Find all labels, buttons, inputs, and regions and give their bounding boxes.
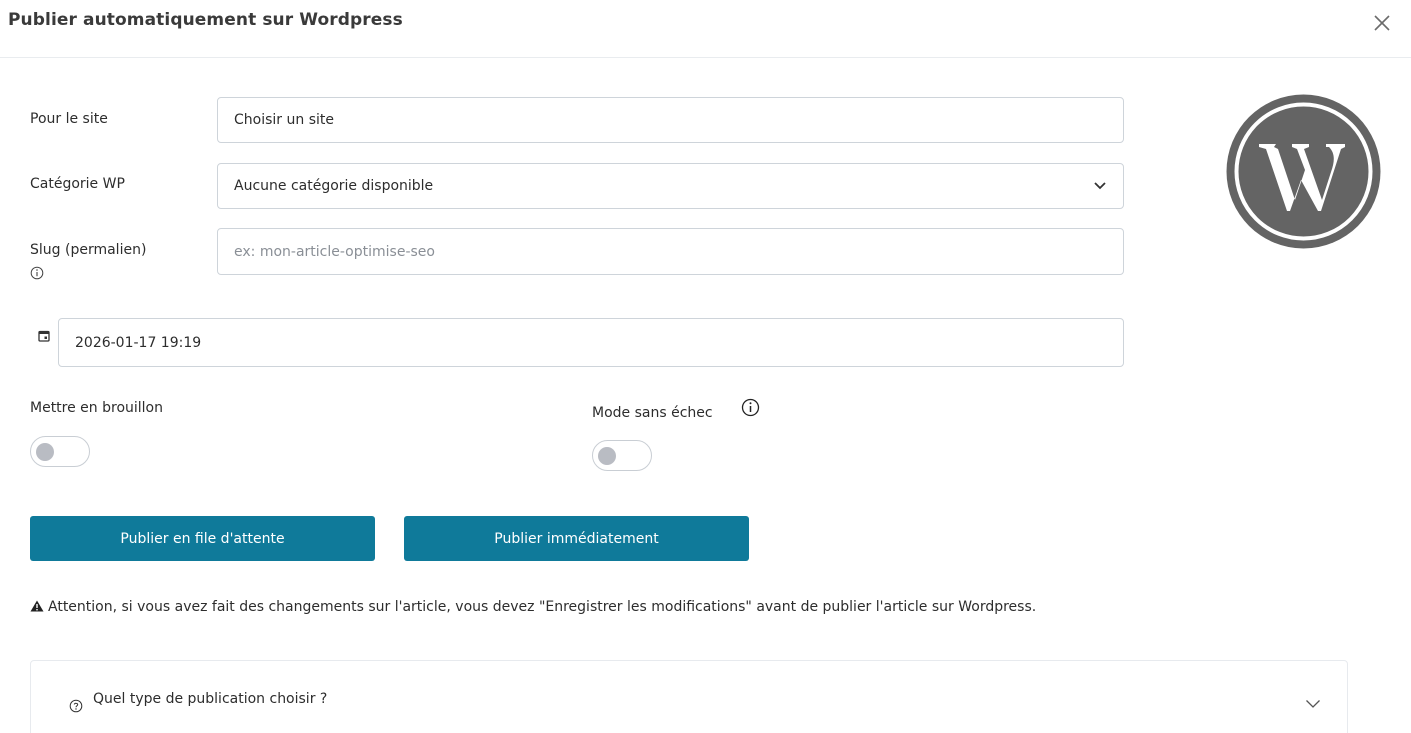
warning-message: Attention, si vous avez fait des changem… xyxy=(30,596,1110,618)
modal-title: Publier automatiquement sur Wordpress xyxy=(8,10,403,30)
slug-input[interactable] xyxy=(234,243,1123,260)
safe-mode-toggle[interactable] xyxy=(592,440,652,471)
category-label: Catégorie WP xyxy=(30,176,125,192)
chevron-down-icon xyxy=(1306,700,1320,708)
site-label: Pour le site xyxy=(30,111,108,127)
publication-type-accordion[interactable]: Quel type de publication choisir ? xyxy=(30,660,1348,733)
draft-toggle[interactable] xyxy=(30,436,90,467)
slug-field[interactable] xyxy=(217,228,1124,275)
wordpress-logo xyxy=(1226,94,1381,249)
calendar-icon xyxy=(38,330,50,342)
publish-date-value: 2026-01-17 19:19 xyxy=(75,334,202,351)
category-select[interactable]: Aucune catégorie disponible xyxy=(217,163,1124,209)
question-icon xyxy=(69,699,83,713)
warning-icon xyxy=(30,600,44,612)
safe-mode-label: Mode sans échec xyxy=(592,405,713,421)
chevron-down-icon xyxy=(1094,182,1106,190)
info-icon[interactable] xyxy=(30,266,44,280)
toggle-knob xyxy=(598,447,616,465)
publish-date-field[interactable]: 2026-01-17 19:19 xyxy=(58,318,1124,367)
site-select-value: Choisir un site xyxy=(234,112,334,128)
publish-modal: Publier automatiquement sur Wordpress Po… xyxy=(0,0,1411,733)
publish-queue-button[interactable]: Publier en file d'attente xyxy=(30,516,375,561)
site-select[interactable]: Choisir un site xyxy=(217,97,1124,143)
warning-text: Attention, si vous avez fait des changem… xyxy=(48,599,1037,615)
toggle-knob xyxy=(36,443,54,461)
close-icon[interactable] xyxy=(1371,12,1393,34)
info-icon[interactable] xyxy=(741,398,760,417)
publish-now-button[interactable]: Publier immédiatement xyxy=(404,516,749,561)
category-select-value: Aucune catégorie disponible xyxy=(234,178,434,194)
slug-label: Slug (permalien) xyxy=(30,242,147,258)
modal-header: Publier automatiquement sur Wordpress xyxy=(0,0,1411,58)
draft-label: Mettre en brouillon xyxy=(30,400,163,416)
accordion-title: Quel type de publication choisir ? xyxy=(93,691,328,707)
